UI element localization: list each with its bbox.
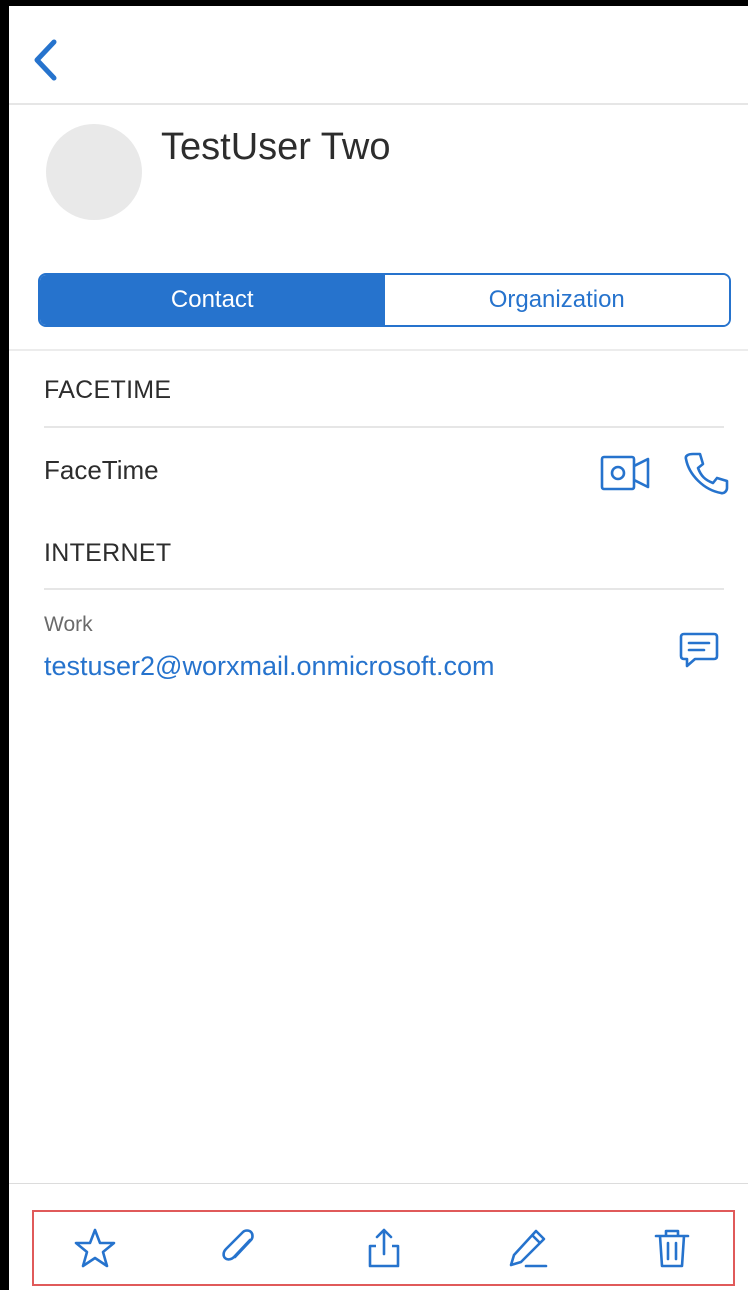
contact-name: TestUser Two <box>161 126 391 168</box>
section-divider <box>9 349 748 351</box>
share-button[interactable] <box>359 1223 409 1273</box>
paperclip-icon <box>222 1229 255 1261</box>
facetime-audio-button[interactable] <box>679 446 733 500</box>
video-camera-icon <box>600 455 650 491</box>
pencil-icon <box>509 1229 548 1268</box>
avatar <box>46 124 142 220</box>
contact-detail-screen: TestUser Two Contact Organization FACETI… <box>9 6 748 1290</box>
facetime-section-header: FACETIME <box>44 376 172 404</box>
facetime-header-divider <box>44 426 724 428</box>
internet-header-divider <box>44 588 724 590</box>
edit-button[interactable] <box>503 1223 553 1273</box>
chevron-left-icon <box>34 39 57 81</box>
toolbar-divider <box>9 1183 748 1184</box>
back-button[interactable] <box>23 32 67 88</box>
device-frame-left <box>0 0 9 1290</box>
bottom-toolbar <box>32 1210 735 1286</box>
delete-button[interactable] <box>647 1223 697 1273</box>
nav-divider <box>9 103 748 105</box>
tab-organization[interactable]: Organization <box>384 275 729 325</box>
message-icon <box>679 632 719 668</box>
navigation-bar <box>9 6 748 103</box>
trash-icon <box>654 1229 690 1268</box>
email-link[interactable]: testuser2@worxmail.onmicrosoft.com <box>44 651 495 682</box>
share-icon <box>368 1228 399 1268</box>
facetime-video-button[interactable] <box>597 448 653 498</box>
email-type-label: Work <box>44 613 93 636</box>
segmented-control: Contact Organization <box>38 273 731 327</box>
attach-button[interactable] <box>214 1223 264 1273</box>
message-button[interactable] <box>675 626 723 674</box>
favorite-button[interactable] <box>70 1223 120 1273</box>
facetime-row-label: FaceTime <box>44 455 159 485</box>
star-icon <box>74 1228 116 1268</box>
phone-icon <box>684 452 729 495</box>
tab-contact[interactable]: Contact <box>40 275 385 325</box>
internet-section-header: INTERNET <box>44 539 172 567</box>
